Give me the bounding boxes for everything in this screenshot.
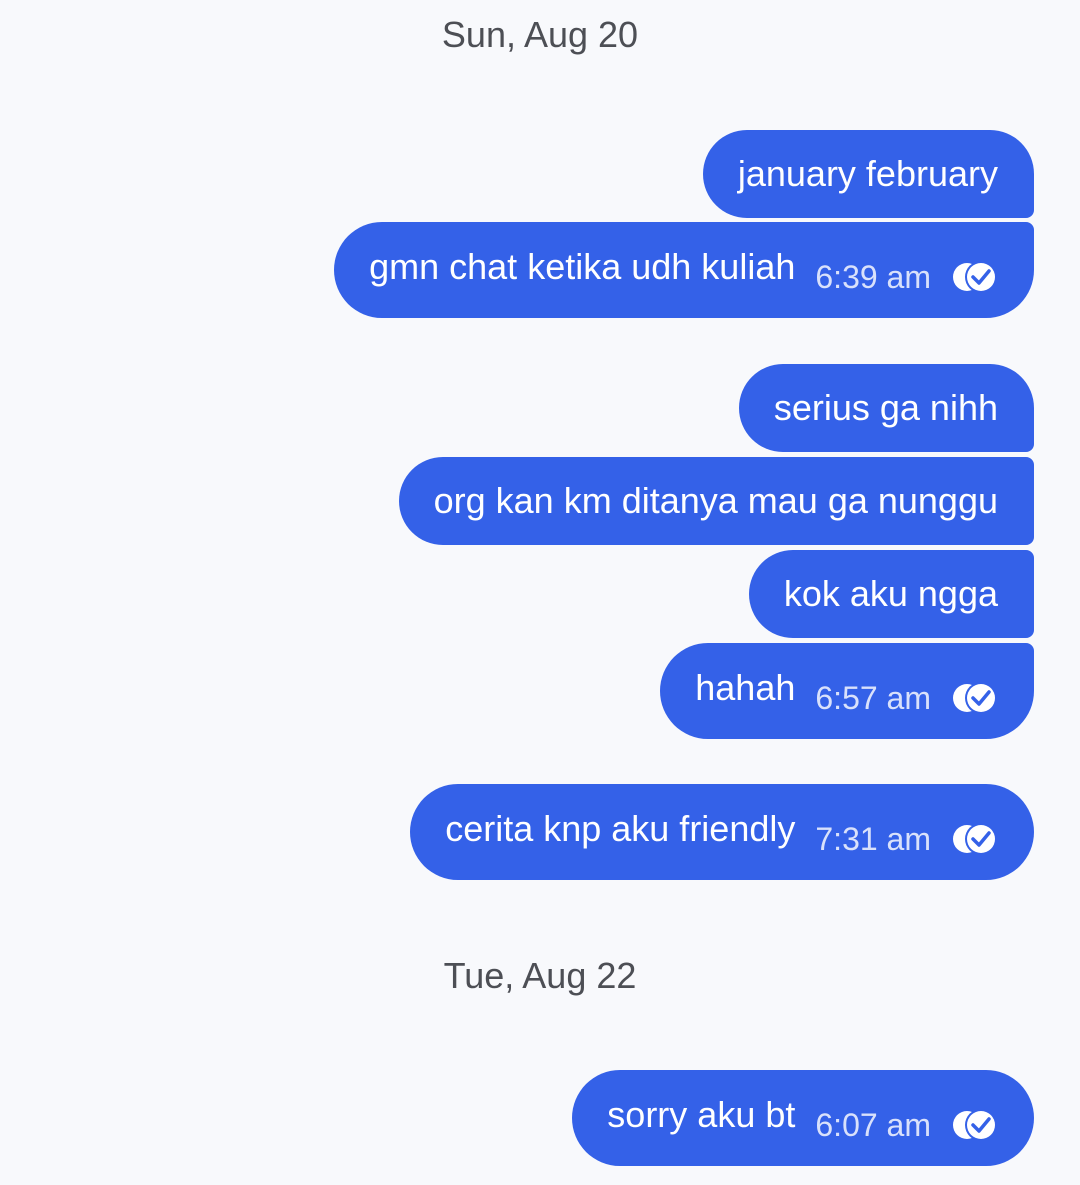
message-text: hahah: [695, 667, 796, 708]
message-bubble[interactable]: cerita knp aku friendly 7:31 am: [410, 784, 1034, 880]
read-double-check-icon: [953, 261, 997, 293]
message-text: org kan km ditanya mau ga nunggu: [433, 480, 998, 521]
message-bubble[interactable]: kok aku ngga: [748, 550, 1034, 638]
date-separator: Sun, Aug 20: [441, 14, 639, 55]
message-text: serius ga nihh: [773, 387, 998, 428]
message-time: 6:07 am: [815, 1107, 931, 1143]
message-text: sorry aku bt: [607, 1094, 796, 1135]
message-time: 7:31 am: [815, 821, 931, 857]
message-bubble[interactable]: org kan km ditanya mau ga nunggu: [398, 457, 1034, 545]
message-meta: 6:39 am: [815, 259, 1001, 295]
message-meta: 6:57 am: [815, 680, 1001, 716]
message-time: 6:57 am: [815, 680, 931, 716]
message-bubble[interactable]: gmn chat ketika udh kuliah 6:39 am: [334, 222, 1034, 318]
message-text: january february: [737, 153, 998, 194]
message-bubble[interactable]: serius ga nihh: [738, 364, 1034, 452]
message-text: cerita knp aku friendly: [445, 808, 796, 849]
read-double-check-icon: [953, 682, 997, 714]
message-meta: 7:31 am: [815, 821, 1001, 857]
message-bubble[interactable]: hahah 6:57 am: [660, 643, 1034, 739]
read-double-check-icon: [953, 1109, 997, 1141]
message-text: kok aku ngga: [783, 573, 998, 614]
message-bubble[interactable]: january february: [702, 130, 1034, 218]
read-double-check-icon: [953, 823, 997, 855]
message-time: 6:39 am: [815, 259, 931, 295]
message-bubble[interactable]: sorry aku bt 6:07 am: [572, 1070, 1034, 1166]
message-text: gmn chat ketika udh kuliah: [369, 246, 796, 287]
message-meta: 6:07 am: [815, 1107, 1001, 1143]
date-separator: Tue, Aug 22: [443, 955, 637, 996]
chat-thread[interactable]: Sun, Aug 20 january february gmn chat ke…: [0, 0, 1080, 1185]
